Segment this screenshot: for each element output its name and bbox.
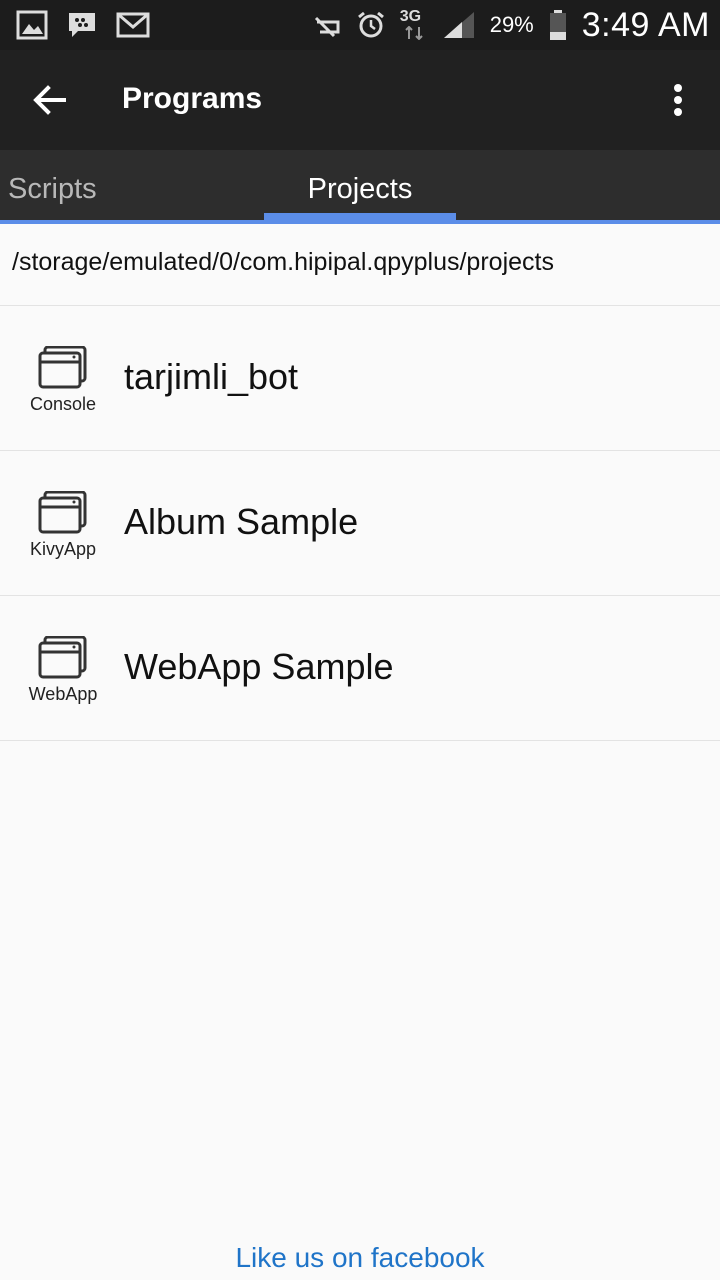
network-label: 3G bbox=[399, 8, 422, 25]
divider bbox=[0, 740, 720, 741]
tab-projects[interactable]: Projects bbox=[264, 150, 456, 220]
tab-scripts[interactable]: Scripts bbox=[8, 150, 97, 220]
network-3g-icon: 3G bbox=[400, 6, 428, 44]
kivyapp-icon: KivyApp bbox=[24, 491, 104, 563]
tab-bar-underline bbox=[0, 220, 720, 224]
gmail-icon bbox=[116, 12, 150, 38]
arrow-left-icon[interactable] bbox=[30, 80, 70, 120]
battery-percent: 29% bbox=[489, 12, 534, 37]
project-type-label: KivyApp bbox=[29, 539, 97, 559]
tab-bar: Scripts Projects bbox=[0, 150, 720, 224]
console-icon: Console bbox=[24, 346, 104, 418]
gallery-icon bbox=[16, 10, 48, 40]
more-vertical-icon[interactable] bbox=[668, 80, 688, 120]
list-item[interactable]: WebApp WebApp Sample bbox=[0, 596, 720, 740]
project-name: Album Sample bbox=[124, 501, 359, 542]
project-name: tarjimli_bot bbox=[124, 356, 299, 397]
alarm-icon bbox=[357, 11, 384, 38]
webapp-icon: WebApp bbox=[24, 636, 104, 708]
project-type-label: Console bbox=[29, 394, 97, 414]
clock: 3:49 AM bbox=[581, 5, 710, 44]
list-item[interactable]: Console tarjimli_bot bbox=[0, 306, 720, 450]
project-type-label: WebApp bbox=[28, 684, 98, 704]
page-title: Programs bbox=[122, 82, 263, 115]
toolbar: Programs bbox=[0, 50, 720, 150]
battery-icon bbox=[549, 10, 566, 40]
list-item[interactable]: KivyApp Album Sample bbox=[0, 451, 720, 595]
project-path: /storage/emulated/0/com.hipipal.qpyplus/… bbox=[12, 248, 554, 276]
facebook-link[interactable]: Like us on facebook bbox=[0, 1242, 720, 1274]
signal-icon bbox=[443, 12, 474, 38]
active-tab-indicator bbox=[264, 213, 456, 220]
status-bar: 3G 29% 3:49 AM bbox=[0, 0, 720, 50]
project-name: WebApp Sample bbox=[124, 646, 394, 687]
messenger-icon bbox=[69, 13, 95, 37]
mute-icon bbox=[314, 16, 340, 38]
